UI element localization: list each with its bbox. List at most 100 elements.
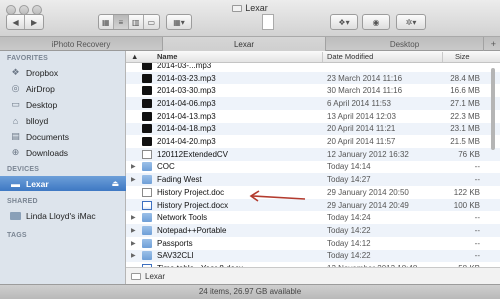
sidebar-item-airdrop[interactable]: ◎ AirDrop — [0, 81, 126, 96]
file-name: SAV32CLI — [157, 251, 194, 261]
sidebar-item-blloyd[interactable]: ⌂ blloyd — [0, 113, 126, 128]
document-icon — [142, 187, 152, 197]
column-date-modified[interactable]: Date Modified — [327, 52, 373, 61]
file-row[interactable]: History Project.docx 29 January 2014 20:4… — [126, 198, 500, 212]
file-row[interactable]: ▶ Notepad++Portable Today 14:22 -- — [126, 224, 500, 237]
disclosure-triangle-icon[interactable]: ▶ — [131, 227, 136, 234]
document-proxy-icon[interactable] — [262, 14, 274, 30]
file-row[interactable]: ▶ SAV32CLI Today 14:22 -- — [126, 249, 500, 263]
sidebar-item-desktop[interactable]: ▭ Desktop — [0, 97, 126, 112]
finder-window: Lexar ◀ ▶ ▦ ≡ ▥ ▭ ▦▾ ❖▾ ◉ ✲▾ iPhoto Reco… — [0, 0, 500, 299]
column-size[interactable]: Size — [455, 52, 470, 61]
file-date-modified: Today 14:27 — [327, 175, 371, 185]
new-tab-button[interactable]: + — [491, 39, 496, 49]
sidebar-item-linda-imac[interactable]: Linda Lloyd's iMac — [0, 208, 126, 223]
cover-flow-button[interactable]: ▭ — [144, 15, 159, 29]
file-name: COC — [157, 162, 175, 172]
quick-look-button[interactable]: ◉ — [362, 14, 390, 30]
grid-icon: ▦▾ — [173, 17, 185, 27]
file-date-modified: 30 March 2014 11:16 — [327, 86, 403, 96]
sidebar-item-label: Documents — [26, 131, 69, 142]
title-bar: Lexar ◀ ▶ ▦ ≡ ▥ ▭ ▦▾ ❖▾ ◉ ✲▾ — [0, 0, 500, 37]
file-row[interactable]: 2014-04-06.mp3 6 April 2014 11:53 27.1 MB — [126, 97, 500, 110]
tab-desktop[interactable]: Desktop — [326, 37, 484, 51]
audio-file-icon — [142, 63, 152, 70]
disclosure-triangle-icon[interactable]: ▶ — [131, 163, 136, 170]
file-size: 27.1 MB — [450, 98, 480, 108]
file-name: Notepad++Portable — [157, 225, 227, 235]
file-row[interactable]: 2014-04-13.mp3 13 April 2014 12:03 22.3 MB — [126, 110, 500, 123]
sidebar-item-label: Downloads — [26, 147, 69, 158]
file-name: 2014-04-13.mp3 — [157, 111, 216, 121]
file-size: -- — [474, 213, 480, 223]
disclosure-triangle-icon[interactable]: ▶ — [131, 214, 136, 221]
tab-label: Lexar — [233, 39, 254, 49]
disclosure-triangle-icon[interactable]: ▶ — [131, 240, 136, 247]
file-name: Fading West — [157, 175, 202, 185]
file-row[interactable]: 2014-03-30.mp3 30 March 2014 11:16 16.6 MB — [126, 84, 500, 97]
arrange-button[interactable]: ▦▾ — [166, 14, 192, 30]
dropbox-toolbar-button[interactable]: ❖▾ — [330, 14, 358, 30]
file-size: 100 KB — [453, 200, 480, 210]
disclosure-triangle-icon[interactable]: ▶ — [131, 252, 136, 259]
file-size: -- — [474, 238, 480, 248]
back-button[interactable]: ◀ — [7, 15, 26, 29]
sidebar-item-documents[interactable]: ▤ Documents — [0, 129, 126, 144]
file-date-modified: 29 January 2014 20:49 — [327, 200, 409, 210]
file-name: 2014-03-...mp3 — [157, 63, 212, 70]
file-name: 2014-03-23.mp3 — [157, 73, 216, 83]
audio-file-icon — [142, 98, 152, 108]
sidebar: FAVORITES ❖ Dropbox ◎ AirDrop ▭ Desktop ⌂ bl… — [0, 51, 126, 284]
file-row[interactable]: 120112ExtendedCV 12 January 2012 16:32 76 … — [126, 147, 500, 161]
vertical-scrollbar[interactable] — [491, 68, 495, 150]
file-row[interactable]: 2014-03-23.mp3 23 March 2014 11:16 28.4 MB — [126, 71, 500, 85]
audio-file-icon — [142, 124, 152, 134]
icon-view-button[interactable]: ▦ — [99, 15, 114, 29]
file-date-modified: Today 14:22 — [327, 251, 371, 261]
sidebar-item-dropbox[interactable]: ❖ Dropbox — [0, 65, 126, 80]
file-date-modified: 20 April 2014 11:21 — [327, 124, 396, 134]
column-view-button[interactable]: ▥ — [129, 15, 144, 29]
desktop-icon: ▭ — [11, 99, 20, 109]
downloads-icon: ⊕ — [11, 147, 20, 157]
imac-icon — [10, 210, 21, 221]
file-row[interactable]: ▶ Fading West Today 14:27 -- — [126, 173, 500, 186]
action-button[interactable]: ✲▾ — [396, 14, 426, 30]
file-name: 120112ExtendedCV — [157, 149, 229, 159]
eye-icon: ◉ — [372, 17, 380, 27]
audio-file-icon — [142, 137, 152, 147]
file-name: History Project.doc — [157, 187, 225, 197]
path-bar: Lexar — [126, 267, 500, 284]
file-size: 28.4 MB — [450, 73, 480, 83]
documents-icon: ▤ — [11, 131, 20, 141]
sidebar-item-label: AirDrop — [26, 83, 55, 94]
list-view-button[interactable]: ≡ — [113, 15, 130, 29]
tab-iphoto-recovery[interactable]: iPhoto Recovery — [0, 37, 163, 51]
file-list: 2014-03-...mp3 2014-03-23.mp3 23 March 201… — [126, 63, 500, 267]
file-row[interactable]: ▶ Network Tools Today 14:24 -- — [126, 211, 500, 224]
file-date-modified: Today 14:12 — [327, 238, 371, 248]
devices-header: DEVICES — [7, 166, 40, 173]
file-row[interactable]: History Project.doc 29 January 2014 20:50… — [126, 186, 500, 199]
folder-icon — [142, 162, 152, 172]
file-row[interactable]: 2014-03-...mp3 — [126, 63, 500, 72]
eject-icon[interactable]: ⏏ — [111, 179, 119, 188]
file-row[interactable]: 2014-04-20.mp3 20 April 2014 11:57 21.5 MB — [126, 135, 500, 148]
forward-button[interactable]: ▶ — [25, 15, 43, 29]
column-name[interactable]: Name — [157, 52, 177, 61]
path-item-lexar[interactable]: Lexar — [145, 272, 165, 281]
sidebar-item-label: Lexar — [26, 178, 49, 189]
file-date-modified: Today 14:14 — [327, 162, 371, 172]
disclosure-triangle-icon[interactable]: ▶ — [131, 176, 136, 183]
sidebar-item-lexar[interactable]: ▬ Lexar ⏏ — [0, 176, 126, 191]
file-row[interactable]: 2014-04-18.mp3 20 April 2014 11:21 23.1 MB — [126, 122, 500, 136]
file-row[interactable]: ▶ COC Today 14:14 -- — [126, 161, 500, 174]
tab-label: Desktop — [389, 39, 420, 49]
folder-icon — [142, 213, 152, 223]
file-row[interactable]: ▶ Passports Today 14:12 -- — [126, 237, 500, 250]
drive-icon: ▬ — [11, 178, 20, 189]
sidebar-item-downloads[interactable]: ⊕ Downloads — [0, 145, 126, 160]
tab-lexar[interactable]: Lexar — [163, 37, 326, 51]
file-size: -- — [474, 225, 480, 235]
file-date-modified: 20 April 2014 11:57 — [327, 137, 396, 147]
